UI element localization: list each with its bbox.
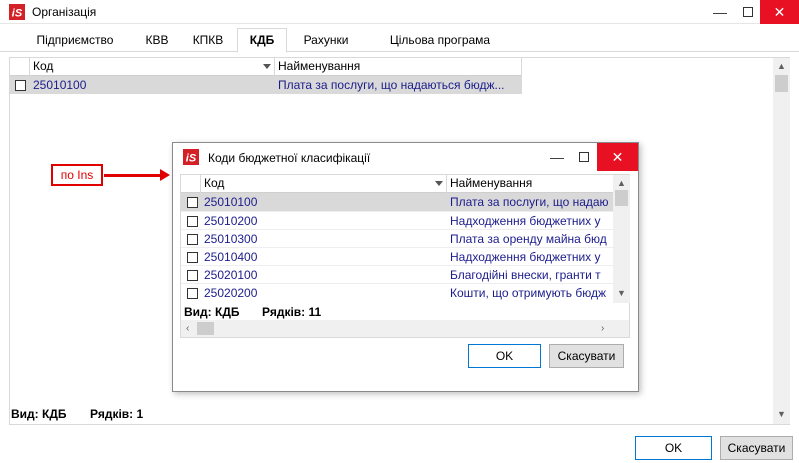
row-code: 25020200 xyxy=(204,286,258,300)
row-name: Надходження бюджетних у xyxy=(450,214,601,228)
table-row[interactable]: 25010100 Плата за послуги, що надаються … xyxy=(10,76,522,94)
row-name: Надходження бюджетних у xyxy=(450,250,601,264)
scroll-left-icon[interactable]: ‹ xyxy=(186,323,189,334)
title-bar: iS Організація — ✕ xyxy=(0,0,799,24)
dialog-column-header-name-label: Найменування xyxy=(450,176,533,190)
column-header-code[interactable]: Код xyxy=(30,58,275,76)
row-code: 25010300 xyxy=(204,232,258,246)
main-grid-header: Код Найменування xyxy=(10,58,522,76)
row-name: Кошти, що отримують бюдж xyxy=(450,286,607,300)
dialog-status-view: Вид: КДБ xyxy=(184,305,240,319)
column-header-name-label: Найменування xyxy=(278,59,361,73)
dialog-app-logo-icon: iS xyxy=(180,147,202,167)
dialog-title: Коди бюджетної класифікації xyxy=(208,151,371,165)
list-item[interactable]: 25010400 Надходження бюджетних у xyxy=(181,247,613,265)
dialog-title-bar: iS Коди бюджетної класифікації — ✕ xyxy=(173,143,638,171)
tab-kpkv[interactable]: КПКВ xyxy=(183,29,233,52)
row-code: 25010100 xyxy=(33,78,87,92)
list-item[interactable]: 25010100 Плата за послуги, що надаю xyxy=(181,193,613,211)
tab-target-program[interactable]: Цільова програма xyxy=(375,29,505,52)
minimize-icon: — xyxy=(713,4,727,20)
row-name: Плата за оренду майна бюд xyxy=(450,232,607,246)
budget-codes-dialog: iS Коди бюджетної класифікації — ✕ Код Н… xyxy=(172,142,639,392)
main-status-view: Вид: КДБ xyxy=(11,407,67,421)
row-checkbox[interactable] xyxy=(187,288,198,299)
app-logo-icon: iS xyxy=(6,2,28,22)
annotation-arrow xyxy=(104,174,164,177)
header-checkbox-column xyxy=(181,175,201,193)
dialog-cancel-button[interactable]: Скасувати xyxy=(549,344,624,368)
dialog-status-rows: Рядків: 11 xyxy=(262,305,322,319)
row-code: 25020100 xyxy=(204,268,258,282)
list-item[interactable]: 25010300 Плата за оренду майна бюд xyxy=(181,229,613,247)
cancel-button[interactable]: Скасувати xyxy=(720,436,793,460)
dialog-ok-button[interactable]: OK xyxy=(468,344,541,368)
svg-text:iS: iS xyxy=(12,8,23,20)
dialog-close-button[interactable]: ✕ xyxy=(597,143,638,171)
tab-kvv[interactable]: КВВ xyxy=(135,29,179,52)
list-item[interactable]: 25020100 Благодійні внески, гранти т xyxy=(181,265,613,283)
scroll-thumb[interactable] xyxy=(615,190,628,206)
tab-kdb[interactable]: КДБ xyxy=(237,28,287,53)
list-item[interactable]: 25010200 Надходження бюджетних у xyxy=(181,211,613,229)
dialog-grid-header: Код Найменування xyxy=(181,175,613,193)
dialog-vertical-scrollbar[interactable]: ▲ ▼ xyxy=(613,175,630,303)
annotation-arrow-head-icon xyxy=(160,169,170,181)
row-name: Благодійні внески, гранти т xyxy=(450,268,601,282)
window-title: Організація xyxy=(32,5,97,19)
scroll-right-icon[interactable]: › xyxy=(601,323,604,334)
dialog-column-header-code[interactable]: Код xyxy=(201,175,447,193)
maximize-icon xyxy=(579,152,589,162)
scroll-down-icon[interactable]: ▼ xyxy=(777,410,786,419)
close-icon: ✕ xyxy=(773,3,786,20)
dialog-column-header-name[interactable]: Найменування xyxy=(447,175,613,193)
row-name: Плата за послуги, що надаються бюдж... xyxy=(278,78,505,92)
tab-enterprise[interactable]: Підприємство xyxy=(27,29,123,52)
scroll-up-icon[interactable]: ▲ xyxy=(777,62,786,71)
row-checkbox[interactable] xyxy=(187,197,198,208)
row-code: 25010200 xyxy=(204,214,258,228)
dialog-grid: Код Найменування 25010100 Плата за послу… xyxy=(180,174,630,338)
scroll-thumb[interactable] xyxy=(197,322,214,335)
sort-dropdown-icon[interactable] xyxy=(435,181,443,186)
main-status-rows: Рядків: 1 xyxy=(90,407,144,421)
tab-strip: Підприємство КВВ КПКВ КДБ Рахунки Цільов… xyxy=(0,28,799,53)
column-header-code-label: Код xyxy=(33,59,54,73)
dialog-maximize-button[interactable] xyxy=(571,143,597,171)
list-item[interactable]: 25020200 Кошти, що отримують бюдж xyxy=(181,283,613,301)
row-checkbox[interactable] xyxy=(187,252,198,263)
scroll-up-icon[interactable]: ▲ xyxy=(617,179,626,188)
maximize-button[interactable] xyxy=(735,0,760,24)
tab-accounts[interactable]: Рахунки xyxy=(292,29,360,52)
dialog-horizontal-scrollbar[interactable]: ‹ › xyxy=(181,320,629,337)
ok-button[interactable]: OK xyxy=(635,436,712,460)
dialog-minimize-button[interactable]: — xyxy=(543,143,571,171)
dialog-column-header-code-label: Код xyxy=(204,176,225,190)
sort-dropdown-icon[interactable] xyxy=(263,64,271,69)
row-code: 25010400 xyxy=(204,250,258,264)
maximize-icon xyxy=(742,7,753,17)
close-icon: ✕ xyxy=(611,148,624,165)
header-checkbox-column xyxy=(10,58,30,76)
close-button[interactable]: ✕ xyxy=(760,0,799,24)
annotation-label: по Ins xyxy=(51,164,103,186)
row-checkbox[interactable] xyxy=(187,270,198,281)
minimize-button[interactable]: — xyxy=(705,0,735,24)
minimize-icon: — xyxy=(550,149,564,165)
row-checkbox[interactable] xyxy=(187,234,198,245)
main-grid-vertical-scrollbar[interactable]: ▲ ▼ xyxy=(773,58,790,424)
scroll-thumb[interactable] xyxy=(775,75,788,92)
row-checkbox[interactable] xyxy=(187,216,198,227)
svg-text:iS: iS xyxy=(186,153,197,165)
scroll-down-icon[interactable]: ▼ xyxy=(617,289,626,298)
row-checkbox[interactable] xyxy=(15,80,26,91)
column-header-name[interactable]: Найменування xyxy=(275,58,522,76)
row-code: 25010100 xyxy=(204,195,258,209)
row-name: Плата за послуги, що надаю xyxy=(450,195,609,209)
